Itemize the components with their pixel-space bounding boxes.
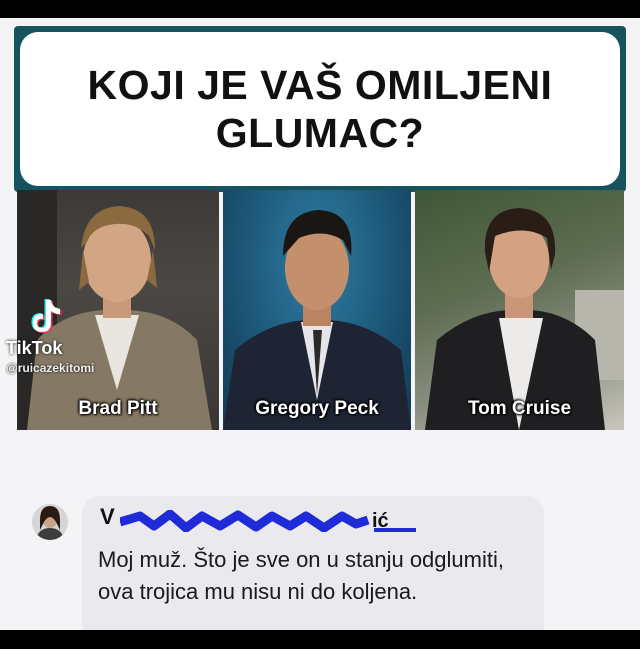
post-card: KOJI JE VAŠ OMILJENI GLUMAC? Brad Pitt G… xyxy=(0,18,640,630)
actor-name-label: Brad Pitt xyxy=(78,398,158,419)
redaction-scribble: ić xyxy=(120,510,416,532)
avatar-image xyxy=(32,504,68,540)
bottom-letterbox-bar xyxy=(0,630,640,649)
comment-author-name[interactable]: V xyxy=(100,504,115,530)
commenter-avatar[interactable] xyxy=(32,504,68,540)
comment-text: Moj muž. Što je sve on u stanju odglumit… xyxy=(98,547,504,604)
actor-photo-gregory-peck: Gregory Peck xyxy=(223,190,411,430)
tiktok-watermark-handle: @ruicazekitomi xyxy=(6,361,95,375)
gregory-peck-illustration xyxy=(223,210,411,430)
actor-name-label: Tom Cruise xyxy=(467,398,572,419)
top-letterbox-bar xyxy=(0,0,640,18)
author-initial: V xyxy=(100,504,115,529)
tiktok-watermark-name: TikTok xyxy=(6,338,63,358)
tiktok-logo-icon xyxy=(31,299,62,333)
question-banner: KOJI JE VAŠ OMILJENI GLUMAC? xyxy=(14,26,626,192)
question-banner-inner: KOJI JE VAŠ OMILJENI GLUMAC? xyxy=(20,32,620,186)
actor-name-label: Gregory Peck xyxy=(255,398,379,419)
question-title: KOJI JE VAŠ OMILJENI GLUMAC? xyxy=(87,62,553,156)
actor-photo-tom-cruise: Tom Cruise xyxy=(415,190,624,430)
tom-cruise-illustration xyxy=(425,208,624,430)
comment-bubble: V ić Moj muž. Što je sve on u stanju odg… xyxy=(82,496,544,630)
